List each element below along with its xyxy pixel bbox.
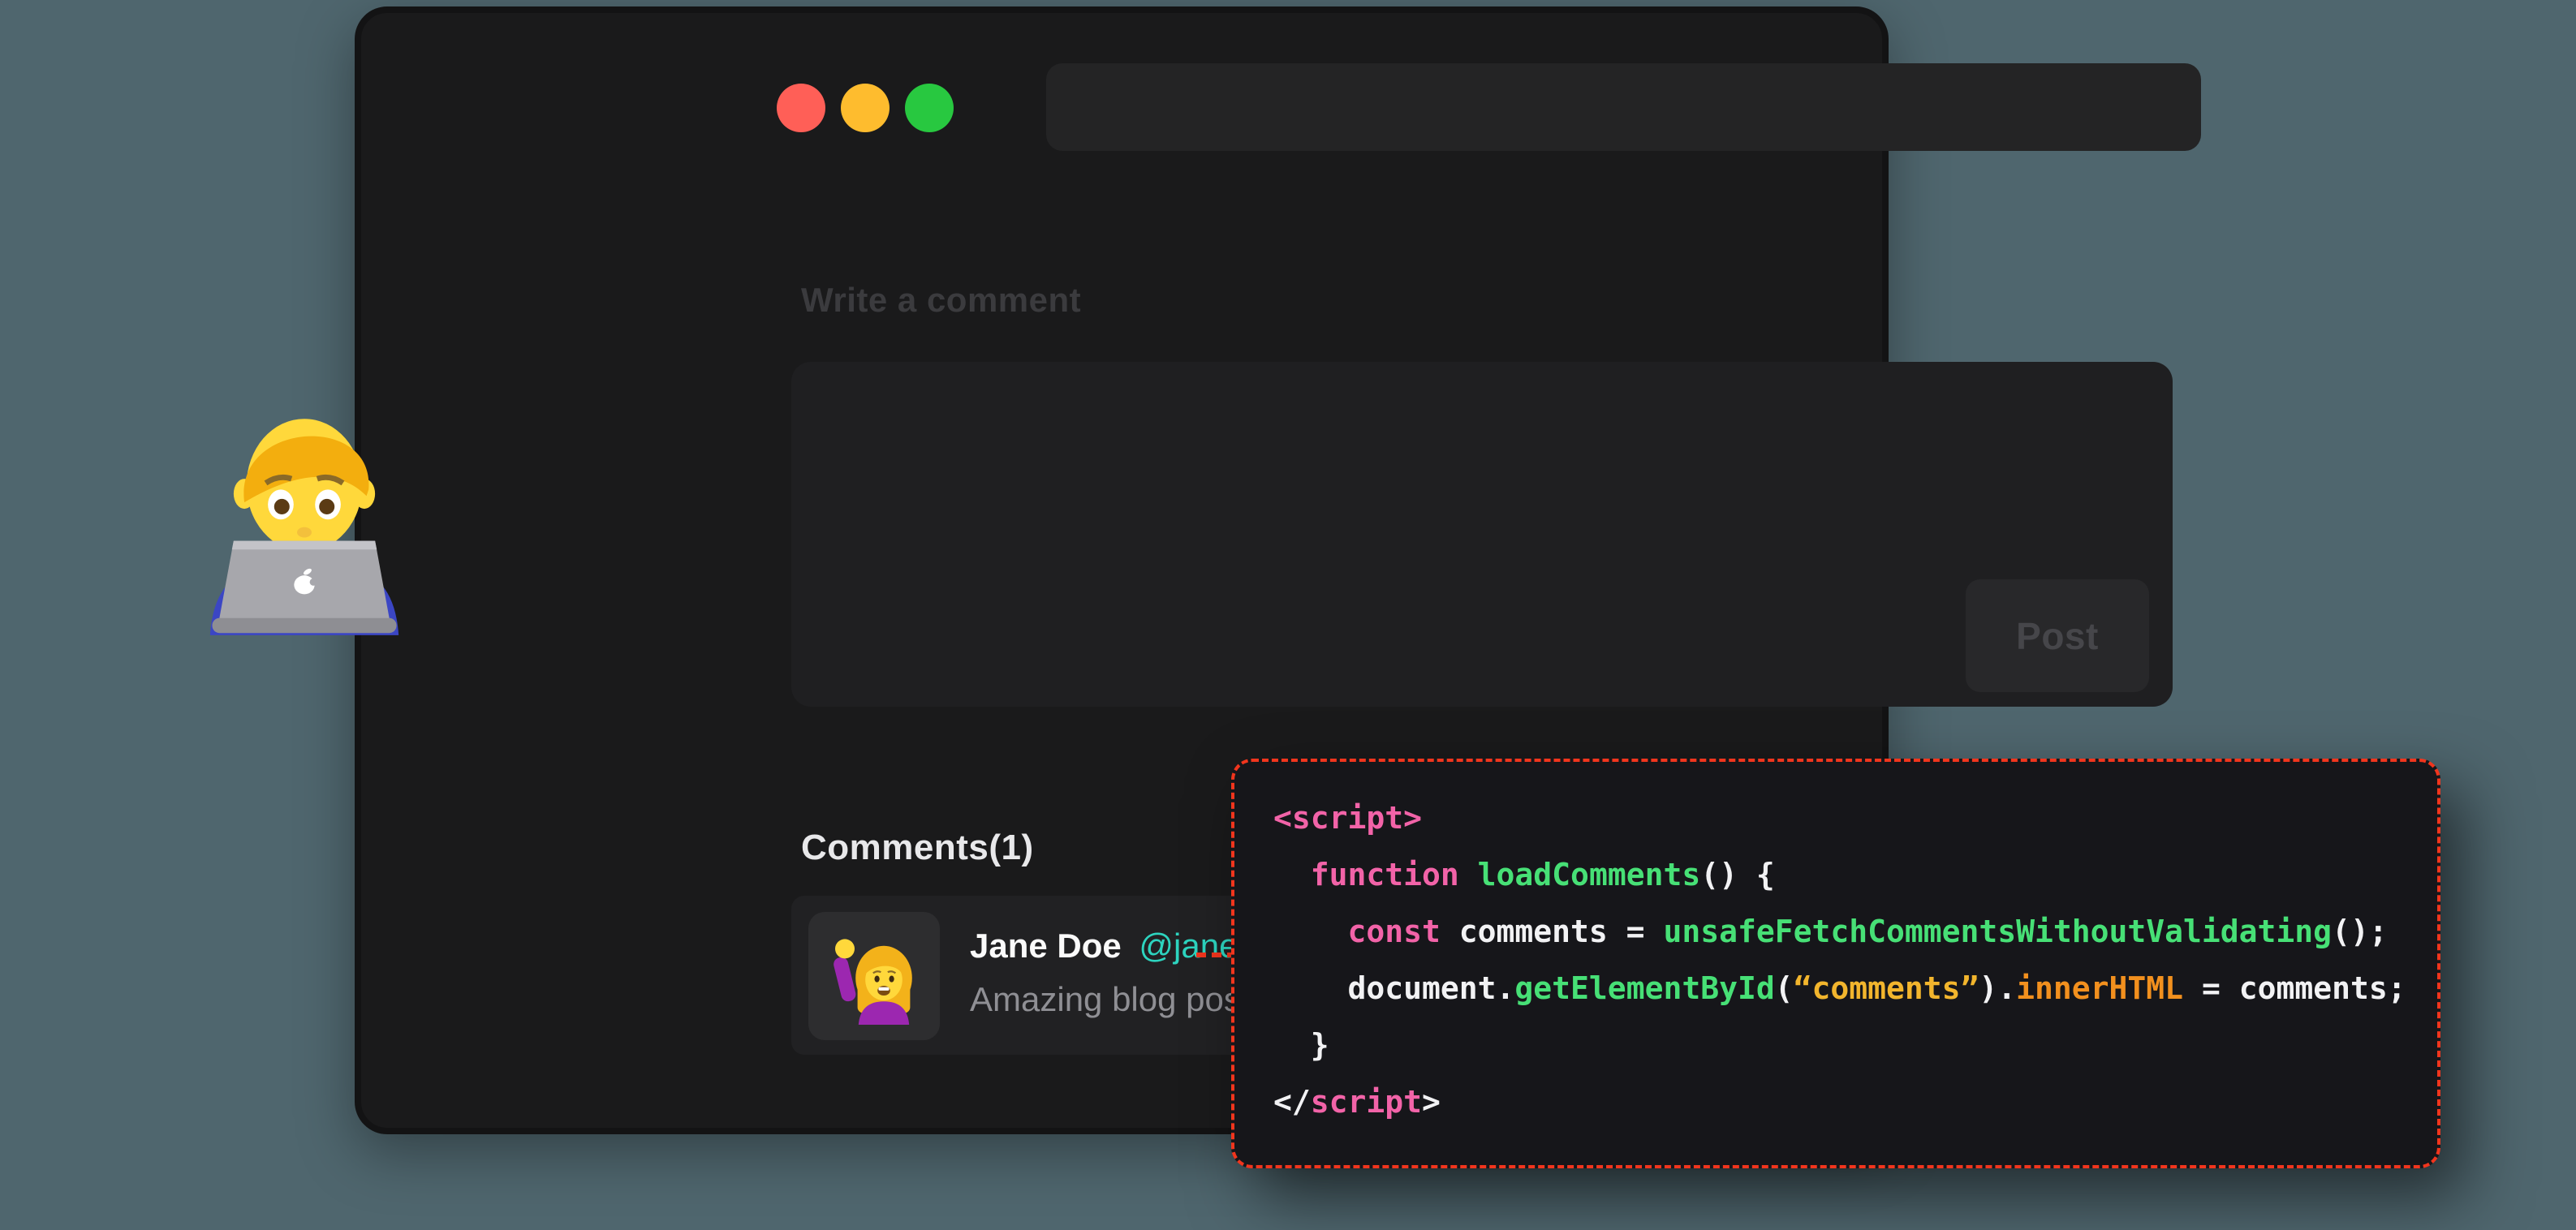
code-token: unsafeFetchCommentsWithoutValidating: [1663, 914, 2332, 949]
code-token: innerHTML: [2016, 970, 2183, 1006]
code-token: = comments;: [2183, 970, 2406, 1006]
code-token: ).: [1979, 970, 2016, 1006]
code-token: comments =: [1441, 914, 1664, 949]
man-technologist-emoji: [197, 394, 411, 636]
minimize-button[interactable]: [841, 84, 890, 132]
comment-text: Amazing blog post!: [970, 980, 1260, 1019]
comment-avatar: [808, 912, 940, 1040]
woman-raising-hand-emoji: [825, 927, 923, 1026]
code-token: document.: [1273, 970, 1514, 1006]
comment-author: Jane Doe: [970, 927, 1122, 965]
code-token: “comments”: [1794, 970, 1979, 1006]
code-token: ();: [2332, 914, 2388, 949]
code-token: <script>: [1273, 800, 1422, 836]
post-button[interactable]: Post: [1966, 579, 2149, 692]
code-token: const: [1273, 914, 1441, 949]
code-snippet-panel: <script> function loadComments() { const…: [1231, 759, 2440, 1168]
code-line: <script>: [1273, 789, 2437, 846]
code-token: script: [1311, 1084, 1422, 1120]
code-line: }: [1273, 1017, 2437, 1073]
code-token: function: [1273, 857, 1478, 892]
code-line: document.getElementById(“comments”).inne…: [1273, 960, 2437, 1017]
code-token: </: [1273, 1084, 1311, 1120]
maximize-button[interactable]: [905, 84, 954, 132]
code-token: }: [1273, 1027, 1329, 1063]
comments-heading: Comments(1): [801, 828, 1034, 868]
code-line: function loadComments() {: [1273, 846, 2437, 903]
code-token: >: [1422, 1084, 1441, 1120]
code-line: const comments = unsafeFetchCommentsWith…: [1273, 903, 2437, 960]
stage: Write a comment Post Comments(1): [0, 0, 2576, 1230]
address-bar[interactable]: [1046, 63, 2201, 151]
code-token: loadComments: [1478, 857, 1701, 892]
code-line: </script>: [1273, 1073, 2437, 1130]
code-token: (: [1775, 970, 1794, 1006]
code-token: getElementById: [1514, 970, 1774, 1006]
code-token: () {: [1700, 857, 1775, 892]
close-button[interactable]: [777, 84, 825, 132]
composer-label: Write a comment: [801, 281, 1081, 320]
